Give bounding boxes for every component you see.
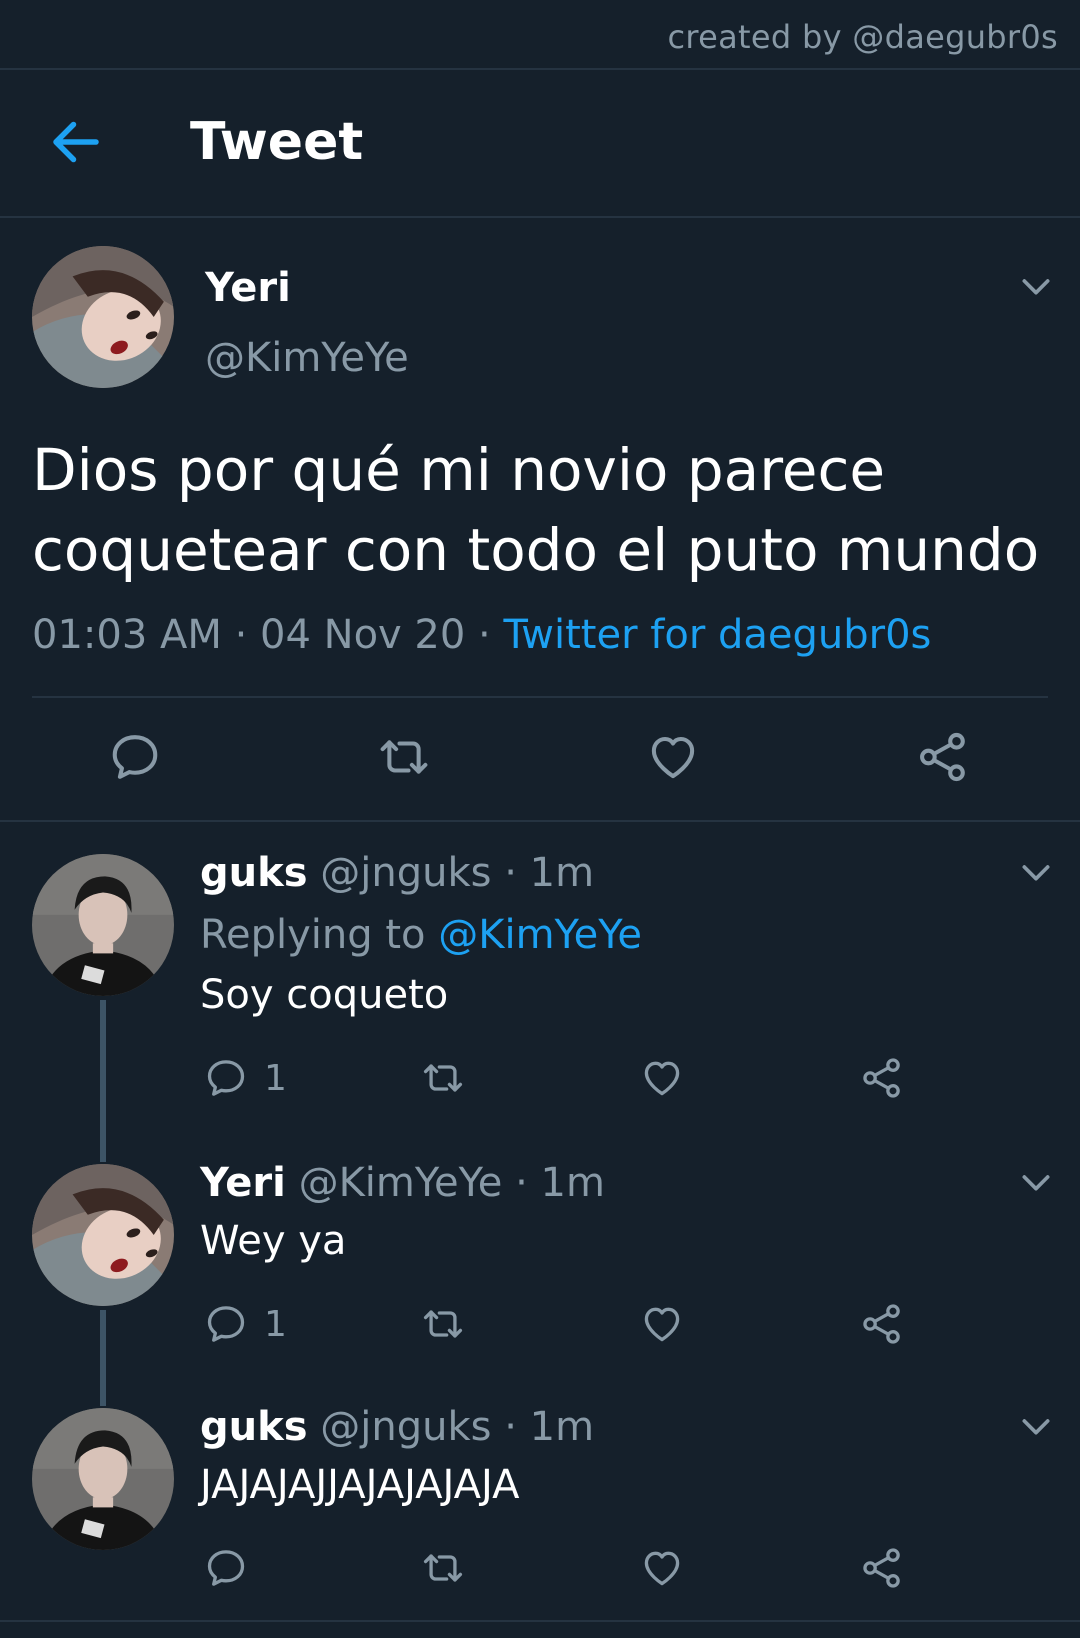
like-button[interactable] xyxy=(646,730,700,784)
share-icon xyxy=(860,1302,904,1346)
reply-icon xyxy=(204,1302,248,1346)
back-arrow-icon xyxy=(53,121,99,163)
reply-icon xyxy=(204,1546,248,1590)
divider xyxy=(0,820,1080,822)
author-name[interactable]: Yeri xyxy=(205,265,291,311)
tweet-date: 04 Nov 20 xyxy=(260,612,466,658)
tweet-text: Dios por qué mi novio parece coquetear c… xyxy=(32,436,1040,584)
tweet-text: Soy coqueto xyxy=(200,972,449,1018)
tweet-time: 01:03 AM xyxy=(32,612,222,658)
meta-separator: · xyxy=(515,1160,528,1206)
share-button[interactable] xyxy=(860,1056,904,1100)
meta-separator: · xyxy=(234,612,248,658)
tweet-time: 1m xyxy=(540,1160,605,1206)
chevron-down-icon xyxy=(1016,1406,1056,1446)
author-handle[interactable]: @jnguks xyxy=(320,850,491,896)
reply-header: guks @jnguks · 1m xyxy=(200,1404,594,1450)
like-button[interactable] xyxy=(640,1546,684,1590)
avatar[interactable] xyxy=(32,1164,174,1306)
like-icon xyxy=(640,1302,684,1346)
thread-connector xyxy=(100,1310,106,1406)
meta-separator: · xyxy=(478,612,491,658)
share-button[interactable] xyxy=(860,1546,904,1590)
share-icon xyxy=(860,1056,904,1100)
tweet-options-button[interactable] xyxy=(1016,1406,1056,1446)
replying-to-link[interactable]: @KimYeYe xyxy=(438,912,642,958)
reply-count: 1 xyxy=(264,1303,287,1345)
chevron-down-icon xyxy=(1016,266,1056,306)
author-name[interactable]: guks xyxy=(200,1404,308,1450)
like-icon xyxy=(640,1056,684,1100)
author-handle[interactable]: @jnguks xyxy=(320,1404,491,1450)
author-name[interactable]: guks xyxy=(200,850,308,896)
replying-to: Replying to @KimYeYe xyxy=(200,912,642,958)
share-icon xyxy=(860,1546,904,1590)
retweet-button[interactable] xyxy=(418,1546,468,1590)
retweet-button[interactable] xyxy=(418,1302,468,1346)
tweet-meta: 01:03 AM · 04 Nov 20 · Twitter for daegu… xyxy=(32,612,931,658)
retweet-icon xyxy=(418,1056,468,1100)
header-top-divider xyxy=(0,68,1080,70)
avatar[interactable] xyxy=(32,854,174,996)
retweet-icon xyxy=(418,1302,468,1346)
reply-button[interactable] xyxy=(204,1546,248,1590)
avatar[interactable] xyxy=(32,246,174,388)
meta-separator: · xyxy=(504,1404,517,1450)
retweet-button[interactable] xyxy=(374,730,434,784)
tweet-source-link[interactable]: Twitter for daegubr0s xyxy=(503,612,931,658)
divider xyxy=(0,1620,1080,1622)
reply-count: 1 xyxy=(264,1057,287,1099)
reply-header: Yeri @KimYeYe · 1m xyxy=(200,1160,605,1206)
reply-icon xyxy=(108,730,162,784)
share-button[interactable] xyxy=(916,730,970,784)
reply-header: guks @jnguks · 1m xyxy=(200,850,594,896)
watermark: created by @daegubr0s xyxy=(667,18,1058,56)
reply-icon xyxy=(204,1056,248,1100)
reply-button[interactable] xyxy=(108,730,162,784)
tweet-options-button[interactable] xyxy=(1016,266,1056,306)
share-icon xyxy=(916,730,970,784)
like-icon xyxy=(646,730,700,784)
tweet-text: JAJAJAJJAJAJAJAJA xyxy=(200,1462,520,1508)
meta-separator: · xyxy=(504,850,517,896)
author-name[interactable]: Yeri xyxy=(200,1160,286,1206)
tweet-options-button[interactable] xyxy=(1016,1162,1056,1202)
replying-to-label: Replying to xyxy=(200,912,426,958)
reply-button[interactable]: 1 xyxy=(204,1056,287,1100)
thread-connector xyxy=(100,1000,106,1162)
back-button[interactable] xyxy=(46,112,106,172)
retweet-icon xyxy=(418,1546,468,1590)
divider xyxy=(32,696,1048,698)
header-bottom-divider xyxy=(0,216,1080,218)
tweet-text: Wey ya xyxy=(200,1218,347,1264)
tweet-options-button[interactable] xyxy=(1016,852,1056,892)
tweet-time: 1m xyxy=(529,1404,595,1450)
like-icon xyxy=(640,1546,684,1590)
like-button[interactable] xyxy=(640,1302,684,1346)
author-handle[interactable]: @KimYeYe xyxy=(299,1160,503,1206)
like-button[interactable] xyxy=(640,1056,684,1100)
retweet-button[interactable] xyxy=(418,1056,468,1100)
avatar[interactable] xyxy=(32,1408,174,1550)
reply-button[interactable]: 1 xyxy=(204,1302,287,1346)
author-handle[interactable]: @KimYeYe xyxy=(205,335,409,381)
tweet-time: 1m xyxy=(529,850,595,896)
chevron-down-icon xyxy=(1016,852,1056,892)
share-button[interactable] xyxy=(860,1302,904,1346)
retweet-icon xyxy=(374,730,434,784)
chevron-down-icon xyxy=(1016,1162,1056,1202)
page-title: Tweet xyxy=(190,112,364,172)
